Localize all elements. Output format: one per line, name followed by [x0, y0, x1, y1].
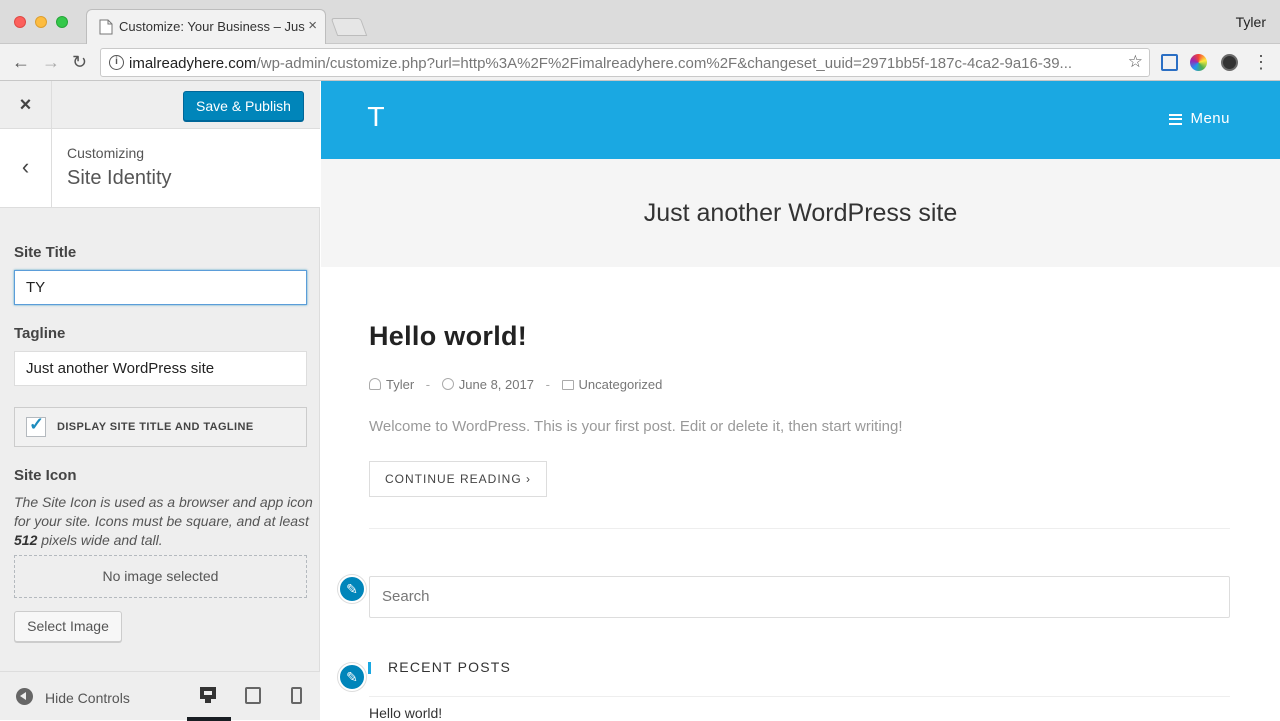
display-title-tagline-row[interactable]: ✓ DISPLAY SITE TITLE AND TAGLINE [14, 407, 307, 447]
favicon-icon [99, 19, 113, 35]
new-tab-button[interactable] [330, 18, 368, 36]
address-bar[interactable]: i imalreadyhere.com/wp-admin/customize.p… [100, 48, 1150, 77]
back-arrow-icon[interactable]: ← [12, 52, 30, 72]
post-title[interactable]: Hello world! [369, 321, 527, 352]
divider [369, 528, 1230, 529]
site-icon-desc-before: The Site Icon is used as a browser and a… [14, 494, 313, 529]
post-category[interactable]: Uncategorized [579, 377, 663, 392]
divider [369, 696, 1230, 697]
site-icon-desc-after: pixels wide and tall. [37, 532, 163, 548]
post-excerpt: Welcome to WordPress. This is your first… [369, 418, 903, 435]
select-image-button[interactable]: Select Image [14, 611, 122, 642]
active-device-indicator [187, 717, 231, 721]
continue-reading-button[interactable]: CONTINUE READING › [369, 461, 547, 497]
display-title-tagline-label: DISPLAY SITE TITLE AND TAGLINE [57, 421, 254, 433]
hide-controls-button[interactable]: Hide Controls [45, 690, 130, 706]
customizer-header: × Save & Publish [0, 81, 320, 129]
chevron-right-icon: › [526, 472, 532, 486]
search-input[interactable]: Search [369, 576, 1230, 618]
cast-icon[interactable] [1161, 54, 1178, 71]
post-author[interactable]: Tyler [386, 377, 414, 392]
folder-icon [561, 380, 574, 390]
site-menu-toggle[interactable]: Menu [1169, 110, 1230, 127]
menu-label: Menu [1190, 110, 1230, 127]
close-window-button[interactable] [14, 16, 26, 28]
site-icon-description: The Site Icon is used as a browser and a… [14, 493, 314, 550]
star-icon[interactable]: ☆ [1128, 52, 1143, 72]
browser-toolbar: ← → ↻ i imalreadyhere.com/wp-admin/custo… [0, 44, 1280, 81]
edit-shortcut-pencil-icon[interactable]: ✎ [338, 663, 366, 691]
meta-separator: - [425, 377, 431, 392]
minimize-window-button[interactable] [35, 16, 47, 28]
back-chevron-icon[interactable]: ‹ [0, 129, 52, 208]
site-title-input[interactable] [14, 270, 307, 305]
tablet-preview-icon[interactable] [245, 687, 261, 704]
browser-tab-customize[interactable]: Customize: Your Business – Just another … [86, 9, 326, 44]
collapse-sidebar-icon[interactable] [16, 688, 33, 705]
breadcrumb: Customizing [67, 145, 145, 161]
customizer-footer: Hide Controls [0, 671, 320, 721]
info-icon[interactable]: i [109, 55, 124, 70]
post-date[interactable]: June 8, 2017 [459, 377, 534, 392]
color-picker-icon[interactable] [1190, 54, 1207, 71]
tab-close-icon[interactable]: × [308, 17, 317, 34]
checkmark-icon: ✓ [29, 414, 45, 434]
site-tagline: Just another WordPress site [643, 199, 958, 227]
widget-accent-bar [368, 662, 371, 674]
site-preview: T Menu Just another WordPress site Hello… [321, 81, 1280, 720]
url-text[interactable]: imalreadyhere.com/wp-admin/customize.php… [129, 55, 1119, 72]
recent-post-link[interactable]: Hello world! [369, 705, 442, 720]
tagline-label: Tagline [14, 325, 66, 342]
site-icon-label: Site Icon [14, 467, 77, 484]
close-customizer-icon[interactable]: × [0, 81, 52, 129]
customizer-sidebar: × Save & Publish ‹ Customizing Site Iden… [0, 81, 320, 721]
section-header: ‹ Customizing Site Identity [0, 129, 320, 208]
tagline-input[interactable] [14, 351, 307, 386]
recent-posts-title: RECENT POSTS [388, 659, 512, 675]
section-title: Site Identity [67, 167, 172, 189]
edit-shortcut-pencil-icon[interactable]: ✎ [338, 575, 366, 603]
site-header: T Menu [321, 81, 1280, 159]
continue-label: CONTINUE READING [384, 472, 522, 486]
display-title-tagline-checkbox[interactable]: ✓ [26, 414, 46, 437]
desktop-preview-icon[interactable] [200, 687, 216, 704]
browser-titlebar: Customize: Your Business – Just another … [0, 0, 1280, 44]
hamburger-icon [1169, 113, 1183, 125]
site-icon-desc-size: 512 [14, 532, 38, 548]
profile-name[interactable]: Tyler [1236, 14, 1266, 30]
tab-title: Customize: Your Business – Just another … [119, 19, 305, 34]
tagline-band: Just another WordPress site [321, 159, 1280, 267]
site-icon-placeholder[interactable]: No image selected [14, 555, 307, 598]
chrome-menu-icon[interactable]: ⋮ [1252, 52, 1270, 72]
url-host: imalreadyhere.com [129, 55, 257, 72]
zoom-window-button[interactable] [56, 16, 68, 28]
dark-reader-icon[interactable] [1221, 54, 1238, 71]
url-path: /wp-admin/customize.php?url=http%3A%2F%2… [256, 55, 1073, 72]
meta-separator: - [545, 377, 550, 392]
author-icon [369, 378, 381, 390]
clock-icon [441, 378, 454, 390]
site-logo[interactable]: T [368, 103, 384, 133]
forward-arrow-icon[interactable]: → [42, 52, 60, 72]
site-title-label: Site Title [14, 244, 77, 261]
mobile-preview-icon[interactable] [291, 687, 302, 704]
save-publish-button[interactable]: Save & Publish [183, 91, 304, 121]
reload-icon[interactable]: ↻ [72, 52, 87, 72]
post-meta: Tyler - June 8, 2017 - Uncategorized [369, 377, 662, 392]
